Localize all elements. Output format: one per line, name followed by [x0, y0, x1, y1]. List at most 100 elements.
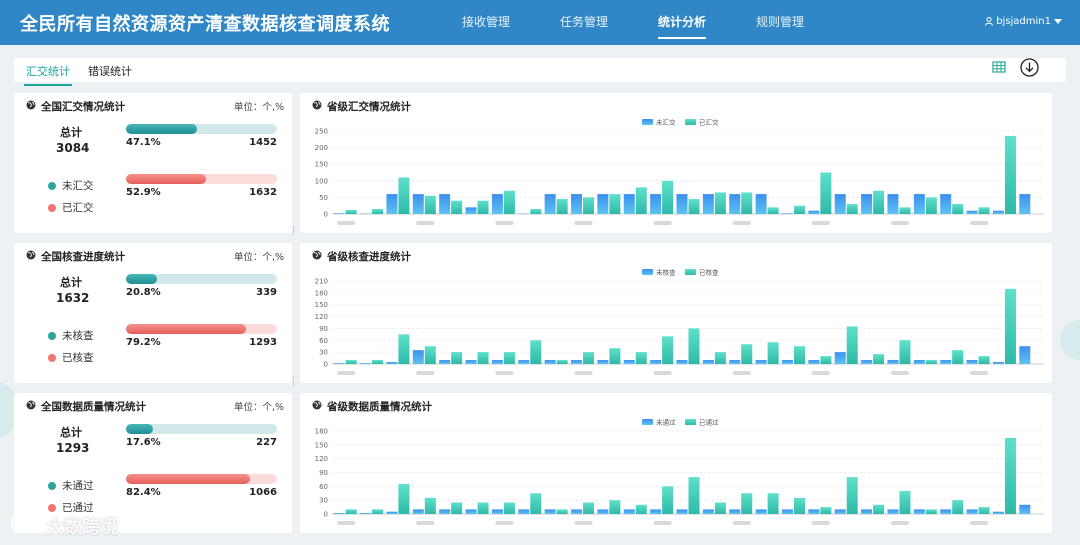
percent-pending: 17.6% [126, 437, 161, 448]
inspection-summary-panel: 全国核查进度统计 单位：个,% 总计 1632 未核查 已核查 20.8% 33… [14, 243, 292, 383]
bar-series-1 [412, 350, 424, 364]
progress-bar-done [126, 174, 277, 184]
total-label: 总计 [60, 276, 82, 289]
table-view-icon[interactable] [992, 60, 1006, 77]
download-icon[interactable] [1020, 58, 1039, 80]
nav-rule-management[interactable]: 规则管理 [756, 0, 804, 45]
globe-icon [26, 250, 36, 263]
legend-item-done: 已汇交 [48, 200, 94, 215]
progress-fill [126, 174, 206, 184]
bar-series-1 [940, 360, 952, 364]
bar-series-1 [386, 362, 398, 364]
globe-icon [26, 100, 36, 113]
percent-done: 52.9% [126, 187, 161, 198]
legend-label: 已核查 [699, 268, 719, 277]
count-pending: 1452 [249, 137, 277, 148]
legend-item-pending: 未核查 [48, 328, 94, 343]
bar-series-2 [767, 493, 779, 514]
total-value: 3084 [56, 141, 90, 155]
bar-series-2 [635, 504, 647, 514]
progress-fill [126, 424, 153, 434]
bar-series-2 [451, 502, 463, 514]
legend-item-pending: 未汇交 [48, 178, 94, 193]
nav-receive-management[interactable]: 接收管理 [462, 0, 510, 45]
y-tick-label: 180 [315, 289, 328, 297]
bar-series-2 [978, 356, 990, 364]
bar-series-2 [741, 192, 753, 214]
bar-series-1 [386, 511, 398, 514]
bar-series-2 [952, 204, 964, 214]
bar-chart: 0 30 60 90 120 150 180 未通过 已通过 [315, 418, 1044, 525]
bar-series-1 [518, 509, 530, 514]
legend-label: 已核查 [62, 352, 94, 364]
bar-series-1 [439, 509, 451, 514]
bar-series-2 [714, 502, 726, 514]
y-tick-label: 90 [319, 325, 328, 333]
bar-series-1 [676, 194, 688, 214]
watermark-logo-icon [10, 512, 40, 539]
bar-series-2 [477, 200, 489, 214]
bar-series-2 [662, 336, 674, 364]
legend-dot-teal [48, 181, 56, 190]
bar-series-2 [662, 180, 674, 214]
legend-label: 未核查 [656, 268, 676, 277]
bar-series-1 [940, 509, 952, 514]
x-tick-label-blurred [574, 521, 593, 525]
tab-submission-stats[interactable]: 汇交统计 [24, 63, 72, 86]
total-label: 总计 [60, 126, 82, 139]
bar-series-2 [793, 205, 805, 214]
bar-series-1 [491, 509, 503, 514]
legend-label: 已汇交 [699, 118, 719, 127]
x-tick-label-blurred [732, 371, 751, 375]
bar-series-1 [861, 360, 873, 364]
bar-series-2 [846, 326, 858, 364]
user-menu[interactable]: bjsjadmin1 [985, 16, 1062, 27]
x-tick-label-blurred [890, 221, 909, 225]
bar-series-2 [952, 350, 964, 364]
bar-series-2 [477, 352, 489, 364]
bar-series-1 [676, 360, 688, 364]
user-name: bjsjadmin1 [996, 16, 1051, 27]
legend-dot-red [48, 353, 56, 362]
bar-series-1 [966, 360, 978, 364]
bar-series-1 [439, 194, 451, 214]
legend-swatch-green [685, 269, 696, 275]
unit-label: 单位：个,% [233, 252, 284, 263]
bar-series-1 [702, 194, 714, 214]
bar-series-1 [702, 360, 714, 364]
count-done: 1066 [249, 487, 277, 498]
progress-bar-pending [126, 424, 277, 434]
watermark-text: 大数跨境 [46, 516, 118, 538]
bar-series-1 [623, 360, 635, 364]
bar-series-2 [688, 328, 700, 364]
total-value: 1632 [56, 291, 90, 305]
y-tick-label: 30 [319, 349, 328, 357]
app-title: 全民所有自然资源资产清查数据核查调度系统 [20, 14, 390, 35]
bar-series-2 [846, 204, 858, 214]
bar-series-2 [662, 486, 674, 514]
y-tick-label: 0 [324, 511, 328, 519]
bar-series-1 [861, 194, 873, 214]
x-tick-label-blurred [732, 221, 751, 225]
bar-series-1 [913, 509, 925, 514]
x-tick-label-blurred [416, 521, 435, 525]
bar-series-1 [650, 194, 662, 214]
bar-series-1 [1019, 504, 1031, 514]
bar-series-1 [571, 509, 583, 514]
progress-bar-done [126, 474, 277, 484]
bar-series-2 [556, 509, 568, 514]
x-tick-label-blurred [337, 221, 356, 225]
tab-error-stats[interactable]: 错误统计 [88, 63, 132, 79]
bar-series-2 [873, 504, 885, 514]
bar-series-2 [767, 207, 779, 214]
nav-task-management[interactable]: 任务管理 [560, 0, 608, 45]
bar-series-1 [834, 509, 846, 514]
nav-statistics[interactable]: 统计分析 [658, 0, 707, 45]
progress-fill [126, 474, 251, 484]
bar-series-2 [503, 190, 515, 214]
bar-series-2 [451, 352, 463, 364]
legend-dot-red [48, 203, 56, 212]
count-done: 1293 [249, 337, 277, 348]
bar-series-1 [781, 360, 793, 364]
x-tick-label-blurred [653, 221, 672, 225]
